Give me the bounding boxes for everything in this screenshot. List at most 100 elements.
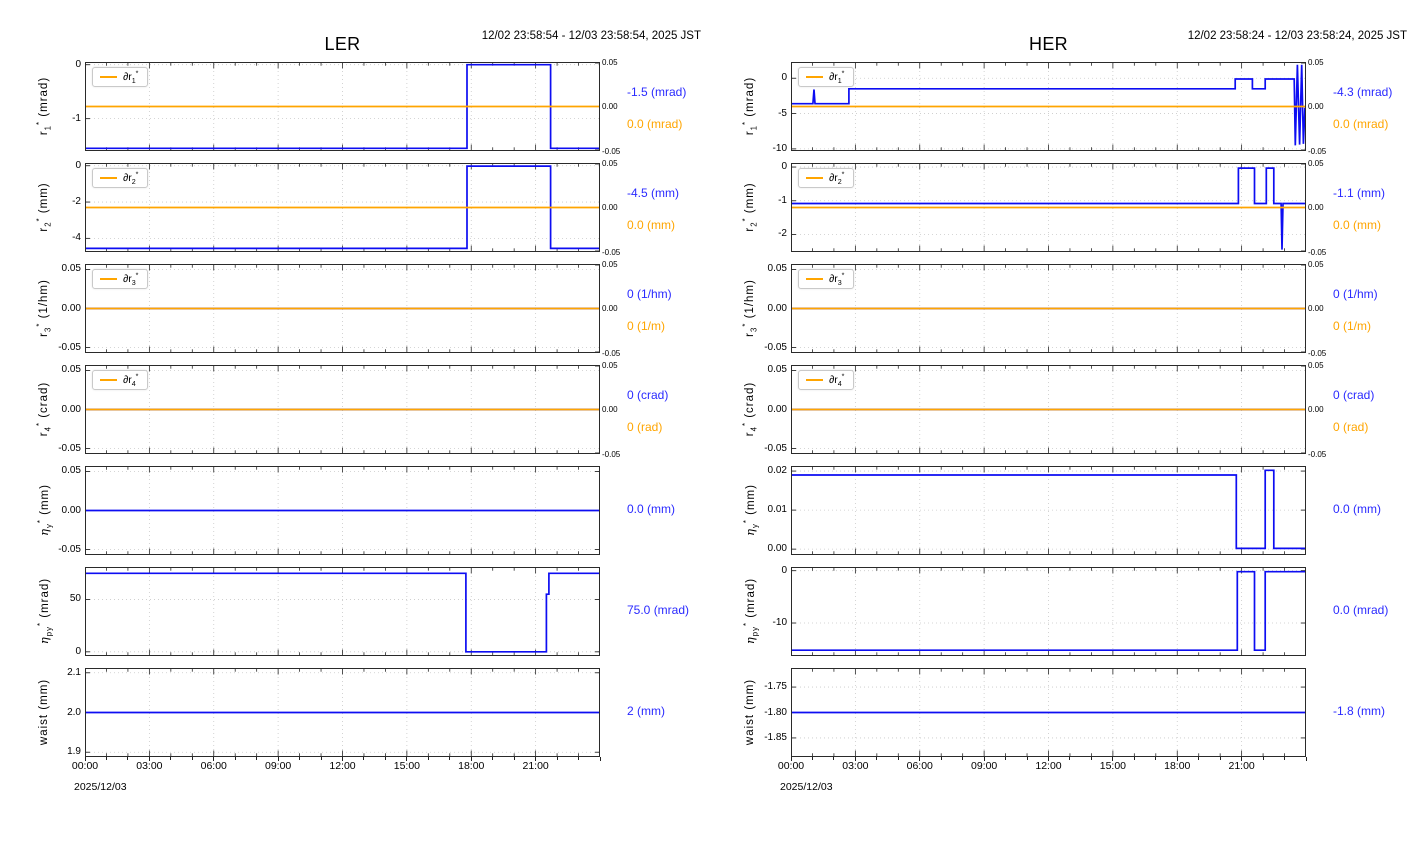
x-tick-mark	[535, 757, 537, 761]
y-tick-label: 0	[781, 161, 787, 173]
y-tick-label: -0.05	[58, 543, 81, 555]
readout-r3-blue: 0 (1/hm)	[627, 287, 672, 301]
x-tick-mark	[940, 757, 942, 760]
legend-label: ∂r4*	[123, 372, 139, 389]
readout-r3-blue: 0 (1/hm)	[1333, 287, 1378, 301]
x-tick-mark	[363, 757, 365, 760]
x-tick-mark	[320, 757, 322, 760]
x-tick-mark	[191, 757, 193, 760]
x-tick-mark	[513, 757, 515, 760]
x-tick-label: 18:00	[458, 760, 485, 772]
legend-line-sample	[806, 379, 823, 381]
right-tick-label: 0.00	[602, 304, 618, 313]
right-tick-label: -0.05	[1308, 146, 1327, 156]
x-tick-mark	[84, 757, 86, 761]
y-tick-label: 0.05	[767, 263, 787, 275]
y-tick-label: 0.01	[767, 504, 787, 516]
y-tick-label: 0.00	[61, 302, 81, 314]
readout-r3-orange: 0 (1/m)	[627, 319, 666, 333]
readout-r2-blue: -1.1 (mm)	[1333, 186, 1385, 200]
x-tick-label: 00:00	[777, 760, 805, 772]
y-tick-label: -1.80	[764, 706, 787, 718]
legend-label: ∂r3*	[123, 271, 139, 288]
right-tick-label: 0.00	[602, 102, 618, 111]
subplot-ler-npy: ηpy* (mrad) 50 0 75.0 (mrad)	[0, 567, 706, 657]
panel-time-range: 12/02 23:58:54 - 12/03 23:58:54, 2025 JS…	[481, 30, 701, 42]
legend-r4: ∂r4*	[798, 370, 855, 390]
x-tick-mark	[1219, 757, 1221, 760]
y-tick-label: 0.02	[767, 465, 787, 477]
y-tick-label: -0.05	[58, 341, 81, 353]
x-tick-mark	[897, 757, 899, 760]
x-tick-label: 03:00	[136, 760, 163, 772]
readout-npy-blue: 75.0 (mrad)	[627, 603, 690, 617]
plot-canvas-r1	[791, 62, 1306, 151]
x-tick-label: 06:00	[200, 760, 227, 772]
x-tick-label: 09:00	[264, 760, 292, 772]
right-tick-label: 0.05	[1308, 259, 1324, 269]
y-tick-label: -2	[72, 196, 81, 208]
legend-label: ∂r4*	[829, 372, 845, 389]
x-tick-label: 00:00	[71, 760, 99, 772]
subplot-ler-r3: r3* (1/hm) 0.05 0.00 -0.05 0.05 0.00 -0.05 ∂r3*…	[0, 260, 706, 358]
x-tick-mark	[1241, 757, 1243, 761]
x-tick-mark	[962, 757, 964, 760]
readout-waist-blue: -1.8 (mm)	[1333, 704, 1385, 718]
x-tick-mark	[213, 757, 215, 761]
x-tick-mark	[342, 757, 343, 761]
readout-r2-orange: 0.0 (mm)	[627, 218, 675, 232]
readout-r4-orange: 0 (rad)	[627, 420, 663, 434]
x-tick-label: 03:00	[842, 760, 869, 772]
y-tick-label: 0.00	[767, 543, 787, 555]
subplot-her-waist: waist (mm) -1.75 -1.80 -1.85 -1.8 (mm)	[706, 668, 1412, 757]
y-tick-label: 0.00	[767, 403, 787, 415]
plot-canvas-npy	[791, 567, 1306, 656]
subplot-her-ny: ηy* (mm) 0.02 0.01 0.00 0.0 (mm)	[706, 465, 1412, 555]
y-tick-label: -1	[778, 194, 787, 206]
x-tick-mark	[599, 757, 601, 761]
x-tick-mark	[578, 757, 580, 760]
y-tick-label: -0.05	[764, 341, 787, 353]
plot-canvas-r4	[85, 365, 600, 454]
subplot-her-r3: r3* (1/hm) 0.05 0.00 -0.05 0.05 0.00 -0.05 ∂r3*…	[706, 260, 1412, 358]
x-tick-mark	[919, 757, 921, 761]
readout-r1-blue: -4.3 (mrad)	[1333, 85, 1393, 99]
subplot-her-r1: r1* (mrad) 0 -5 -10 0.05 0.00 -0.05 ∂r1* -4.3 (m…	[706, 58, 1412, 156]
y-tick-label: -1.75	[764, 681, 787, 693]
x-tick-mark	[234, 757, 236, 760]
y-tick-label: -4	[72, 232, 81, 244]
x-tick-mark	[277, 757, 279, 761]
y-tick-label: 0.05	[767, 364, 787, 376]
subplot-ler-ny: ηy* (mm) 0.05 0.00 -0.05 0.0 (mm)	[0, 465, 706, 555]
legend-line-sample	[100, 76, 117, 78]
right-tick-label: 0.05	[1308, 360, 1324, 370]
x-tick-mark	[105, 757, 107, 760]
readout-r1-orange: 0.0 (mrad)	[627, 117, 683, 131]
right-tick-label: 0.05	[602, 158, 618, 168]
plot-canvas-waist	[791, 668, 1306, 757]
legend-r3: ∂r3*	[92, 269, 149, 289]
legend-r3: ∂r3*	[798, 269, 855, 289]
subplot-ler-r2: r2* (mm) 0 -2 -4 0.05 0.00 -0.05 ∂r2* -4.5 (mm) 0…	[0, 159, 706, 257]
plot-canvas-r3	[791, 264, 1306, 353]
y-tick-label: -10	[772, 617, 787, 629]
x-tick-mark	[148, 757, 150, 761]
right-tick-label: 0.05	[1308, 158, 1324, 168]
y-tick-label: 0	[75, 159, 81, 171]
right-tick-label: -0.05	[1308, 348, 1327, 358]
y-tick-label: -0.05	[58, 442, 81, 454]
y-axis-label-npy: ηpy* (mrad)	[742, 577, 760, 645]
x-tick-label: 06:00	[906, 760, 933, 772]
right-tick-label: 0.05	[602, 259, 618, 269]
legend-label: ∂r2*	[829, 170, 845, 187]
x-tick-mark	[1198, 757, 1200, 760]
x-tick-mark	[1005, 757, 1007, 760]
readout-r1-orange: 0.0 (mrad)	[1333, 117, 1389, 131]
x-tick-mark	[449, 757, 451, 760]
y-axis-label-r1: r1* (mrad)	[35, 76, 53, 136]
y-tick-label: -2	[778, 228, 787, 240]
x-tick-mark	[811, 757, 813, 760]
readout-npy-blue: 0.0 (mrad)	[1333, 603, 1389, 617]
x-tick-mark	[876, 757, 878, 760]
legend-line-sample	[100, 278, 117, 280]
